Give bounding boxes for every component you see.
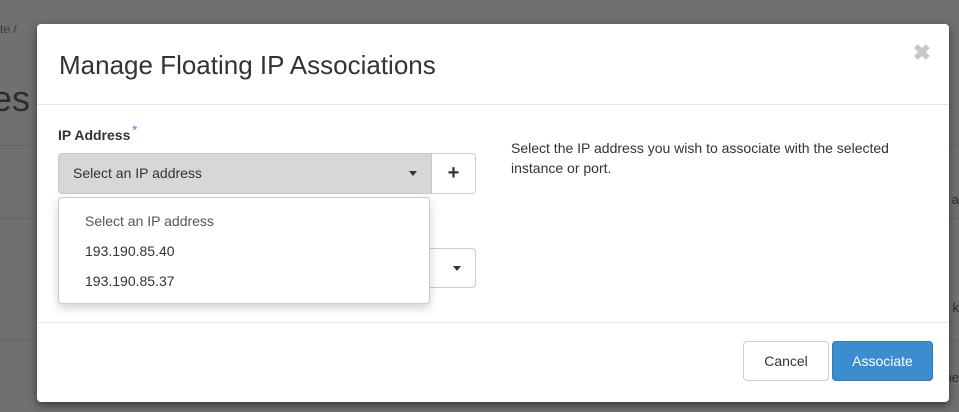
background-heading: es	[0, 78, 31, 119]
cancel-button[interactable]: Cancel	[743, 341, 829, 381]
modal-body: IP Address * Select an IP address + Selec…	[37, 105, 949, 321]
modal-title: Manage Floating IP Associations	[59, 50, 436, 80]
caret-down-icon	[453, 266, 461, 271]
modal-footer: Cancel Associate	[37, 322, 949, 402]
associate-button[interactable]: Associate	[832, 341, 933, 381]
background-text-fragment: k	[952, 300, 959, 315]
dropdown-option[interactable]: Select an IP address	[59, 206, 429, 236]
required-marker: *	[132, 123, 138, 137]
ip-address-label-text: IP Address	[58, 127, 131, 143]
dropdown-option[interactable]: 193.190.85.37	[59, 266, 429, 296]
dropdown-option[interactable]: 193.190.85.40	[59, 236, 429, 266]
caret-down-icon	[409, 171, 417, 176]
ip-address-select[interactable]: Select an IP address	[58, 153, 432, 194]
ip-address-dropdown-menu: Select an IP address 193.190.85.40 193.1…	[58, 197, 430, 304]
allocate-ip-button[interactable]: +	[432, 153, 476, 194]
modal-header: Manage Floating IP Associations ✖	[37, 24, 949, 105]
close-icon[interactable]: ✖	[913, 42, 931, 64]
ip-address-select-value: Select an IP address	[73, 165, 202, 181]
background-breadcrumb: te /	[0, 22, 17, 36]
help-text: Select the IP address you wish to associ…	[511, 140, 889, 176]
background-text-fragment: a	[951, 192, 959, 207]
manage-floating-ip-modal: Manage Floating IP Associations ✖ IP Add…	[37, 24, 949, 402]
ip-address-label: IP Address *	[58, 123, 137, 143]
